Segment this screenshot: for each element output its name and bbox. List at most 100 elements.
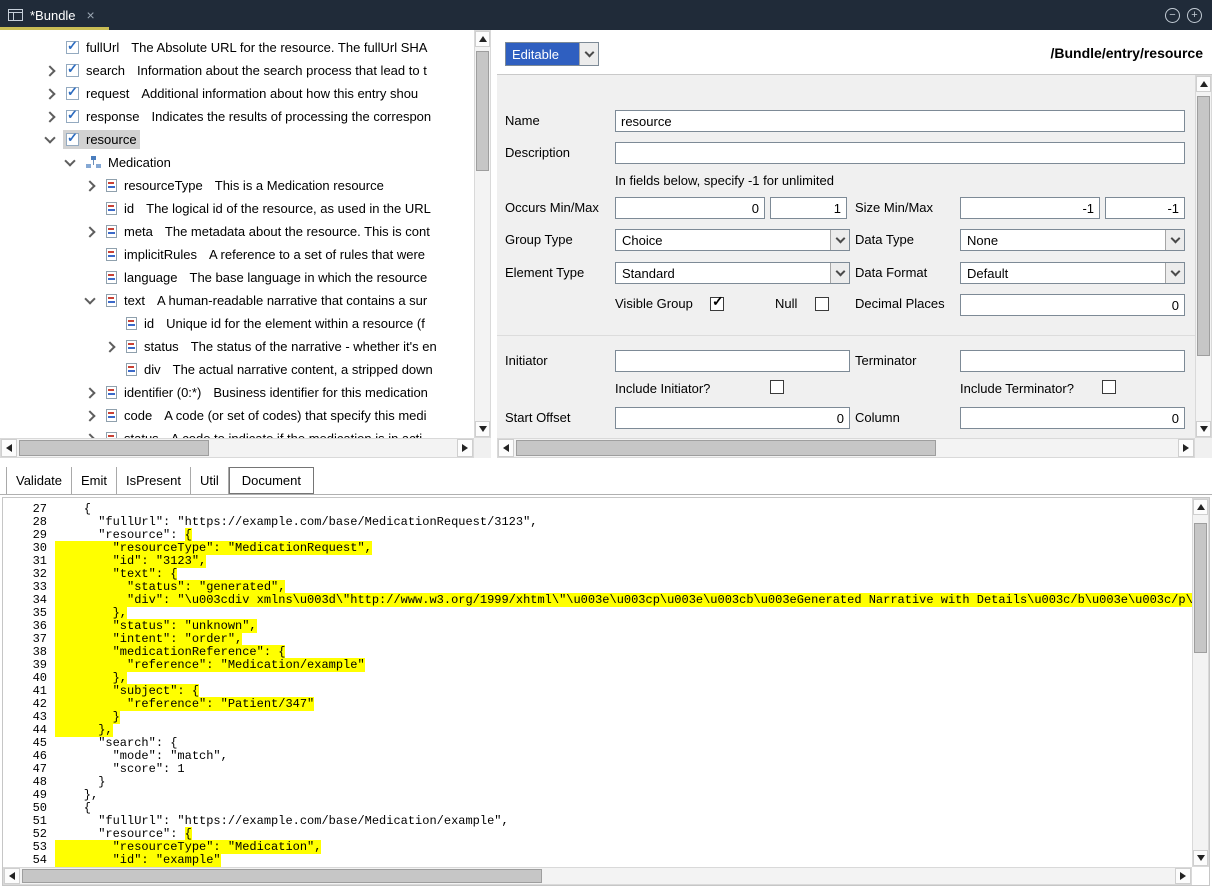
group-type-select[interactable]: Choice bbox=[615, 229, 850, 251]
tree-row-Medication[interactable]: Medication bbox=[0, 151, 474, 174]
tree-node[interactable]: response bbox=[63, 107, 142, 126]
tree-row-resourceType[interactable]: resourceTypeThis is a Medication resourc… bbox=[0, 174, 474, 197]
tree-vertical-scrollbar[interactable] bbox=[474, 30, 491, 438]
chevron-closed-icon[interactable] bbox=[44, 111, 55, 122]
tree-row-text[interactable]: textA human-readable narrative that cont… bbox=[0, 289, 474, 312]
dropdown-arrow-icon[interactable] bbox=[1165, 263, 1184, 283]
tree-node[interactable]: status bbox=[103, 429, 162, 438]
tree-node[interactable]: text bbox=[103, 291, 148, 310]
scroll-thumb[interactable] bbox=[1197, 96, 1210, 356]
tree-row-search[interactable]: searchInformation about the search proce… bbox=[0, 59, 474, 82]
tree-node[interactable]: fullUrl bbox=[63, 38, 122, 57]
description-input[interactable] bbox=[615, 142, 1185, 164]
tab-validate[interactable]: Validate bbox=[6, 467, 72, 494]
scroll-up-button[interactable] bbox=[1196, 76, 1211, 92]
tree-row-status[interactable]: statusA code to indicate if the medicati… bbox=[0, 427, 474, 438]
document-code[interactable]: 27 {28 "fullUrl": "https://example.com/b… bbox=[3, 498, 1192, 867]
tree-row-code[interactable]: codeA code (or set of codes) that specif… bbox=[0, 404, 474, 427]
scroll-thumb[interactable] bbox=[1194, 523, 1207, 653]
tree-row-id[interactable]: idThe logical id of the resource, as use… bbox=[0, 197, 474, 220]
visible-group-checkbox[interactable] bbox=[710, 297, 724, 311]
scroll-thumb[interactable] bbox=[22, 869, 542, 883]
dropdown-arrow-icon[interactable] bbox=[830, 263, 849, 283]
chevron-closed-icon[interactable] bbox=[84, 180, 95, 191]
tree-node[interactable]: id bbox=[123, 314, 157, 333]
tab-util[interactable]: Util bbox=[191, 467, 229, 494]
properties-horizontal-scrollbar[interactable] bbox=[497, 438, 1195, 458]
tree-node[interactable]: implicitRules bbox=[103, 245, 200, 264]
scroll-left-button[interactable] bbox=[1, 439, 17, 457]
scroll-thumb[interactable] bbox=[476, 51, 489, 171]
tree-node[interactable]: resourceType bbox=[103, 176, 206, 195]
scroll-right-button[interactable] bbox=[1178, 439, 1194, 457]
tree-node[interactable]: meta bbox=[103, 222, 156, 241]
tree-row-fullUrl[interactable]: fullUrlThe Absolute URL for the resource… bbox=[0, 36, 474, 59]
minimize-button[interactable]: − bbox=[1165, 8, 1180, 23]
tree-row-meta[interactable]: metaThe metadata about the resource. Thi… bbox=[0, 220, 474, 243]
tab-close-icon[interactable]: × bbox=[87, 7, 95, 23]
bundle-document-tab[interactable]: *Bundle × bbox=[0, 0, 109, 30]
size-min-input[interactable] bbox=[960, 197, 1100, 219]
chevron-closed-icon[interactable] bbox=[44, 65, 55, 76]
decimal-places-input[interactable] bbox=[960, 294, 1185, 316]
data-type-select[interactable]: None bbox=[960, 229, 1185, 251]
tree-row-status[interactable]: statusThe status of the narrative - whet… bbox=[0, 335, 474, 358]
tree-node-selected[interactable]: resource bbox=[63, 130, 140, 149]
scroll-right-button[interactable] bbox=[457, 439, 473, 457]
chevron-closed-icon[interactable] bbox=[84, 226, 95, 237]
tree-node[interactable]: identifier (0:*) bbox=[103, 383, 204, 402]
chevron-closed-icon[interactable] bbox=[84, 387, 95, 398]
terminator-input[interactable] bbox=[960, 350, 1185, 372]
tree-node[interactable]: status bbox=[123, 337, 182, 356]
chevron-closed-icon[interactable] bbox=[104, 341, 115, 352]
maximize-button[interactable]: + bbox=[1187, 8, 1202, 23]
scroll-right-button[interactable] bbox=[1175, 868, 1191, 884]
include-initiator-checkbox[interactable] bbox=[770, 380, 784, 394]
dropdown-arrow-icon[interactable] bbox=[579, 43, 598, 65]
document-vertical-scrollbar[interactable] bbox=[1192, 498, 1209, 867]
dropdown-arrow-icon[interactable] bbox=[830, 230, 849, 250]
scroll-down-button[interactable] bbox=[475, 421, 490, 437]
tree-row-implicitRules[interactable]: implicitRulesA reference to a set of rul… bbox=[0, 243, 474, 266]
element-type-select[interactable]: Standard bbox=[615, 262, 850, 284]
tree-node[interactable]: search bbox=[63, 61, 128, 80]
scroll-thumb[interactable] bbox=[516, 440, 936, 456]
tree-row-id[interactable]: idUnique id for the element within a res… bbox=[0, 312, 474, 335]
tree-node[interactable]: language bbox=[103, 268, 181, 287]
chevron-closed-icon[interactable] bbox=[44, 88, 55, 99]
column-input[interactable] bbox=[960, 407, 1185, 429]
tree-row-identifier[interactable]: identifier (0:*)Business identifier for … bbox=[0, 381, 474, 404]
tree-node[interactable]: request bbox=[63, 84, 132, 103]
tree-horizontal-scrollbar[interactable] bbox=[0, 438, 474, 458]
tree-row-div[interactable]: divThe actual narrative content, a strip… bbox=[0, 358, 474, 381]
name-input[interactable] bbox=[615, 110, 1185, 132]
tree-node[interactable]: Medication bbox=[83, 153, 174, 172]
scroll-left-button[interactable] bbox=[4, 868, 20, 884]
tree-node[interactable]: code bbox=[103, 406, 155, 425]
dropdown-arrow-icon[interactable] bbox=[1165, 230, 1184, 250]
data-format-select[interactable]: Default bbox=[960, 262, 1185, 284]
properties-vertical-scrollbar[interactable] bbox=[1195, 75, 1212, 438]
chevron-closed-icon[interactable] bbox=[84, 410, 95, 421]
chevron-open-icon[interactable] bbox=[64, 155, 75, 166]
tab-emit[interactable]: Emit bbox=[72, 467, 117, 494]
edit-mode-select[interactable]: Editable bbox=[505, 42, 599, 66]
initiator-input[interactable] bbox=[615, 350, 850, 372]
null-checkbox[interactable] bbox=[815, 297, 829, 311]
occurs-max-input[interactable] bbox=[770, 197, 847, 219]
chevron-open-icon[interactable] bbox=[44, 132, 55, 143]
tree-node[interactable]: id bbox=[103, 199, 137, 218]
scroll-down-button[interactable] bbox=[1193, 850, 1208, 866]
start-offset-input[interactable] bbox=[615, 407, 850, 429]
scroll-up-button[interactable] bbox=[1193, 499, 1208, 515]
tab-ispresent[interactable]: IsPresent bbox=[117, 467, 191, 494]
tree-row-response[interactable]: responseIndicates the results of process… bbox=[0, 105, 474, 128]
scroll-up-button[interactable] bbox=[475, 31, 490, 47]
occurs-min-input[interactable] bbox=[615, 197, 765, 219]
include-terminator-checkbox[interactable] bbox=[1102, 380, 1116, 394]
size-max-input[interactable] bbox=[1105, 197, 1185, 219]
scroll-thumb[interactable] bbox=[19, 440, 209, 456]
tree-node[interactable]: div bbox=[123, 360, 164, 379]
chevron-open-icon[interactable] bbox=[84, 293, 95, 304]
scroll-left-button[interactable] bbox=[498, 439, 514, 457]
